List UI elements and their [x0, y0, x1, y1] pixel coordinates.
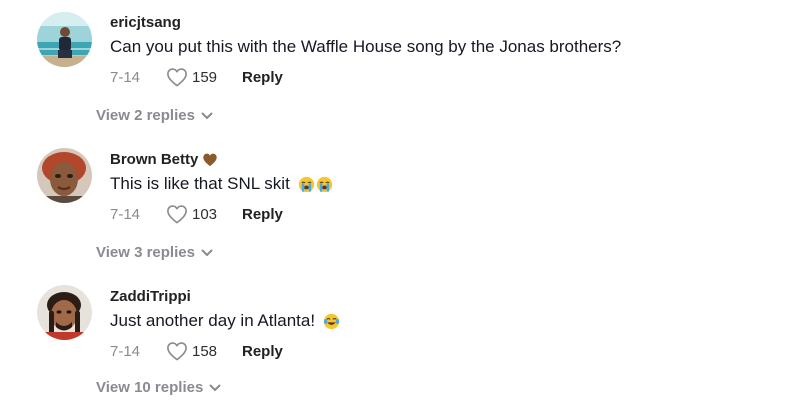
username-label: ZaddiTrippi: [110, 288, 191, 305]
emoji-group: [323, 313, 340, 330]
username-label: Brown Betty: [110, 151, 199, 168]
comment-date: 7-14: [110, 342, 141, 360]
username[interactable]: ericjtsang: [110, 14, 181, 31]
comment-text: Just another day in Atlanta!: [110, 311, 340, 331]
reply-button[interactable]: Reply: [242, 206, 283, 223]
loudly-crying-face-icon: [298, 176, 314, 192]
comment-meta: 7-14 158 Reply: [110, 339, 283, 363]
username[interactable]: ZaddiTrippi: [110, 288, 191, 305]
like-button[interactable]: 103: [166, 204, 240, 224]
comment-item: ZaddiTrippi Just another day in Atlanta!…: [0, 274, 800, 411]
comment-meta: 7-14 103 Reply: [110, 202, 283, 226]
like-count: 159: [192, 68, 218, 86]
brown-heart-icon: [203, 153, 218, 167]
view-replies-label: View 3 replies: [96, 244, 195, 261]
view-replies-button[interactable]: View 2 replies: [96, 107, 213, 124]
heart-outline-icon: [167, 205, 187, 224]
username-label: ericjtsang: [110, 14, 181, 31]
reply-button[interactable]: Reply: [242, 69, 283, 86]
heart-outline-icon: [167, 68, 187, 87]
view-replies-button[interactable]: View 10 replies: [96, 379, 221, 396]
view-replies-label: View 10 replies: [96, 379, 204, 396]
tears-of-joy-icon: [323, 313, 340, 329]
chevron-down-icon: [209, 384, 221, 391]
comment-item: ericjtsang Can you put this with the Waf…: [0, 0, 800, 137]
view-replies-label: View 2 replies: [96, 107, 195, 124]
heart-outline-icon: [167, 342, 187, 361]
comment-meta: 7-14 159 Reply: [110, 65, 283, 89]
chevron-down-icon: [201, 249, 213, 256]
comment-date: 7-14: [110, 205, 141, 223]
avatar-photo: [37, 12, 92, 67]
username[interactable]: Brown Betty: [110, 151, 218, 168]
comment-text-label: This is like that SNL skit: [110, 174, 290, 193]
avatar[interactable]: [37, 148, 92, 203]
comment-date: 7-14: [110, 68, 141, 86]
view-replies-button[interactable]: View 3 replies: [96, 244, 213, 261]
loudly-crying-face-icon: [316, 176, 332, 192]
emoji-group: [298, 176, 333, 193]
avatar-photo: [37, 285, 92, 340]
comment-text: Can you put this with the Waffle House s…: [110, 37, 621, 57]
avatar[interactable]: [37, 12, 92, 67]
avatar[interactable]: [37, 285, 92, 340]
like-button[interactable]: 158: [166, 341, 240, 361]
reply-button[interactable]: Reply: [242, 343, 283, 360]
comment-item: Brown Betty This is like that SNL skit 7…: [0, 137, 800, 274]
like-button[interactable]: 159: [166, 67, 240, 87]
comment-text-label: Just another day in Atlanta!: [110, 311, 316, 330]
like-count: 158: [192, 342, 218, 360]
like-count: 103: [192, 205, 218, 223]
chevron-down-icon: [201, 112, 213, 119]
comment-text-label: Can you put this with the Waffle House s…: [110, 37, 622, 56]
avatar-photo: [37, 148, 92, 203]
comment-text: This is like that SNL skit: [110, 174, 333, 194]
